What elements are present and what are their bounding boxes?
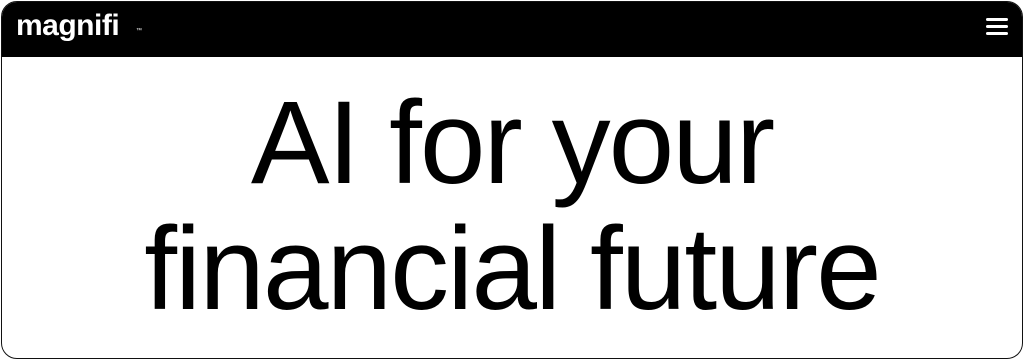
menu-bar-line — [986, 18, 1008, 21]
hamburger-menu-icon[interactable] — [986, 18, 1008, 38]
hero-headline-line-1: AI for your — [250, 77, 775, 209]
menu-bar-line — [986, 25, 1008, 28]
trademark-symbol: ™ — [136, 28, 142, 34]
top-nav-bar: magnifi ™ — [2, 2, 1022, 57]
magnifi-logo[interactable]: magnifi — [16, 6, 120, 46]
page-frame: magnifi ™ AI for your financial future — [1, 1, 1023, 359]
hero-headline-line-2: financial future — [144, 203, 881, 335]
hero-headline: AI for your financial future — [2, 80, 1022, 332]
menu-bar-line — [986, 32, 1008, 35]
